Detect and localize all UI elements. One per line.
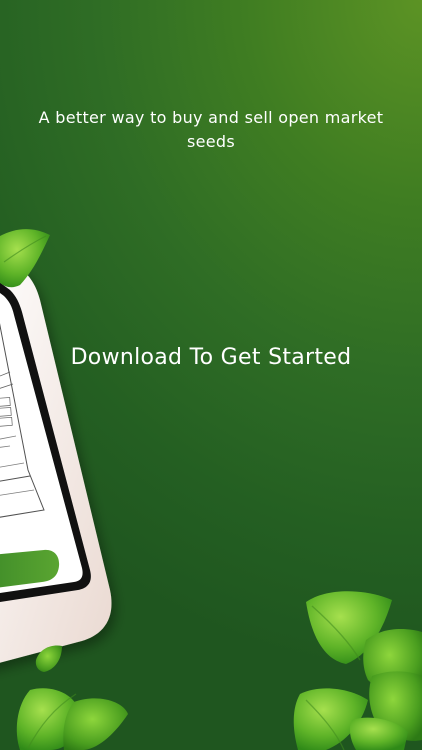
app-store-screenshot: A better way to buy and sell open market… [0, 0, 422, 750]
leaf-icon [0, 229, 50, 288]
leaf-icon [35, 645, 62, 672]
download-cta-text: Download To Get Started [70, 345, 352, 370]
leaf-icon [63, 698, 128, 750]
tagline-text: A better way to buy and sell open market… [38, 108, 384, 151]
